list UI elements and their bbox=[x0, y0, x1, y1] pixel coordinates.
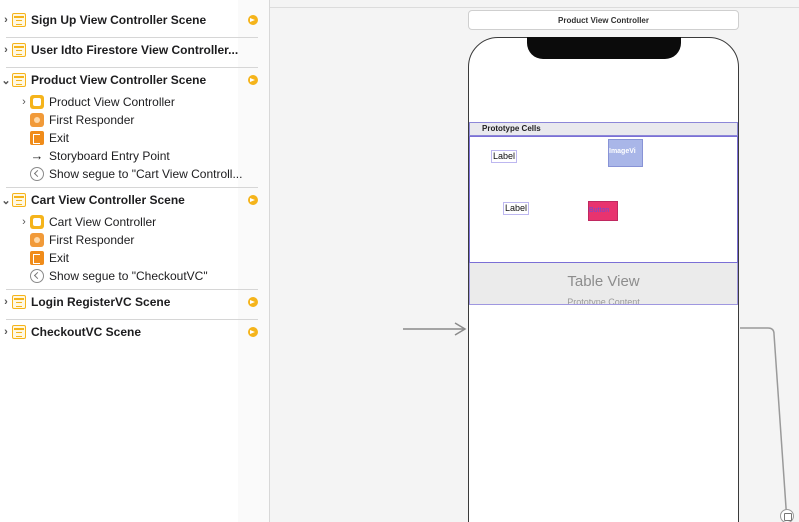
outline-item-label: First Responder bbox=[49, 233, 135, 247]
divider bbox=[6, 67, 258, 68]
table-view-subtitle: Prototype Content bbox=[567, 297, 640, 305]
scene-icon bbox=[12, 325, 26, 339]
divider bbox=[6, 319, 258, 320]
scene-row-product[interactable]: ⌄ Product View Controller Scene bbox=[0, 70, 262, 90]
storyboard-entry-arrow-icon[interactable] bbox=[403, 322, 467, 336]
outline-item-cart-view-controller[interactable]: › Cart View Controller bbox=[0, 212, 262, 232]
segue-connection-line[interactable] bbox=[740, 320, 799, 522]
scene-icon bbox=[12, 193, 26, 207]
exit-icon bbox=[30, 251, 44, 265]
divider bbox=[6, 289, 258, 290]
first-responder-icon bbox=[30, 233, 44, 247]
scene-label: Sign Up View Controller Scene bbox=[31, 13, 207, 27]
arrow-right-icon: → bbox=[30, 148, 44, 163]
outline-item-product-view-controller[interactable]: › Product View Controller bbox=[0, 92, 262, 112]
device-notch bbox=[527, 37, 681, 59]
outline-item-first-responder[interactable]: First Responder bbox=[0, 110, 262, 130]
cell-button[interactable]: Button bbox=[588, 201, 618, 221]
go-to-scene-icon[interactable] bbox=[248, 75, 258, 85]
document-outline: › Sign Up View Controller Scene › User I… bbox=[0, 0, 270, 522]
chevron-down-icon[interactable]: ⌄ bbox=[0, 194, 12, 207]
scene-label: CheckoutVC Scene bbox=[31, 325, 142, 339]
go-to-scene-icon[interactable] bbox=[248, 297, 258, 307]
device-frame[interactable]: Prototype Cells Label ImageVi Label Butt… bbox=[468, 37, 739, 522]
scene-row-checkout[interactable]: › CheckoutVC Scene bbox=[0, 322, 262, 342]
outline-item-storyboard-entry-point[interactable]: → Storyboard Entry Point bbox=[0, 146, 262, 166]
chevron-right-icon[interactable]: › bbox=[18, 96, 30, 108]
chevron-right-icon[interactable]: › bbox=[0, 296, 12, 308]
scene-icon bbox=[12, 43, 26, 57]
scene-icon bbox=[12, 13, 26, 27]
scene-label: User Idto Firestore View Controller... bbox=[31, 43, 239, 57]
go-to-scene-icon[interactable] bbox=[248, 195, 258, 205]
scene-title-bar[interactable]: Product View Controller bbox=[468, 10, 739, 30]
table-view-title: Table View bbox=[567, 273, 640, 290]
first-responder-icon bbox=[30, 113, 44, 127]
button-text: Button bbox=[589, 207, 610, 214]
scene-row-cart[interactable]: ⌄ Cart View Controller Scene bbox=[0, 190, 262, 210]
outline-item-show-segue-cart[interactable]: Show segue to "Cart View Controll... bbox=[0, 164, 262, 184]
outline-item-label: First Responder bbox=[49, 113, 135, 127]
cell-image-view[interactable]: ImageVi bbox=[608, 139, 643, 167]
go-to-scene-icon[interactable] bbox=[248, 327, 258, 337]
outline-item-label: Exit bbox=[49, 131, 70, 145]
chevron-right-icon[interactable]: › bbox=[18, 216, 30, 228]
scene-label: Cart View Controller Scene bbox=[31, 193, 185, 207]
outline-item-exit[interactable]: Exit bbox=[0, 128, 262, 148]
scene-title: Product View Controller bbox=[558, 15, 649, 25]
segue-icon bbox=[30, 269, 44, 283]
prototype-cells-label: Prototype Cells bbox=[482, 124, 541, 133]
cell-label-2[interactable]: Label bbox=[503, 202, 530, 215]
exit-icon bbox=[30, 131, 44, 145]
outline-item-first-responder[interactable]: First Responder bbox=[0, 230, 262, 250]
cell-label-1[interactable]: Label bbox=[491, 150, 518, 163]
image-view-text: ImageVi bbox=[609, 148, 636, 155]
outline-item-show-segue-checkout[interactable]: Show segue to "CheckoutVC" bbox=[0, 266, 262, 286]
outline-item-label: Cart View Controller bbox=[49, 215, 157, 229]
canvas-top-border bbox=[270, 7, 799, 8]
outline-item-label: Show segue to "CheckoutVC" bbox=[49, 269, 208, 283]
segue-badge-icon[interactable] bbox=[780, 509, 794, 522]
scene-icon bbox=[12, 73, 26, 87]
divider bbox=[6, 187, 258, 188]
prototype-cells-header: Prototype Cells bbox=[469, 122, 738, 136]
chevron-down-icon[interactable]: ⌄ bbox=[0, 74, 12, 87]
go-to-scene-icon[interactable] bbox=[248, 15, 258, 25]
outline-item-label: Show segue to "Cart View Controll... bbox=[49, 167, 243, 181]
segue-icon bbox=[30, 167, 44, 181]
scene-icon bbox=[12, 295, 26, 309]
outline-item-label: Exit bbox=[49, 251, 70, 265]
chevron-right-icon[interactable]: › bbox=[0, 14, 12, 26]
scene-label: Product View Controller Scene bbox=[31, 73, 207, 87]
view-controller-icon bbox=[30, 215, 44, 229]
table-view[interactable]: Table View Prototype Content bbox=[469, 263, 738, 305]
outline-item-label: Product View Controller bbox=[49, 95, 175, 109]
chevron-right-icon[interactable]: › bbox=[0, 44, 12, 56]
prototype-cell[interactable]: Label ImageVi Label Button bbox=[469, 136, 738, 263]
outline-item-label: Storyboard Entry Point bbox=[49, 149, 170, 163]
divider bbox=[6, 37, 258, 38]
scene-label: Login RegisterVC Scene bbox=[31, 295, 171, 309]
storyboard-canvas[interactable]: Product View Controller Prototype Cells … bbox=[270, 0, 799, 522]
outline-item-exit[interactable]: Exit bbox=[0, 248, 262, 268]
scene-row-sign-up[interactable]: › Sign Up View Controller Scene bbox=[0, 10, 262, 30]
view-controller-icon bbox=[30, 95, 44, 109]
scene-row-user-idto-firestore[interactable]: › User Idto Firestore View Controller... bbox=[0, 40, 262, 60]
chevron-right-icon[interactable]: › bbox=[0, 326, 12, 338]
scene-row-login-register[interactable]: › Login RegisterVC Scene bbox=[0, 292, 262, 312]
